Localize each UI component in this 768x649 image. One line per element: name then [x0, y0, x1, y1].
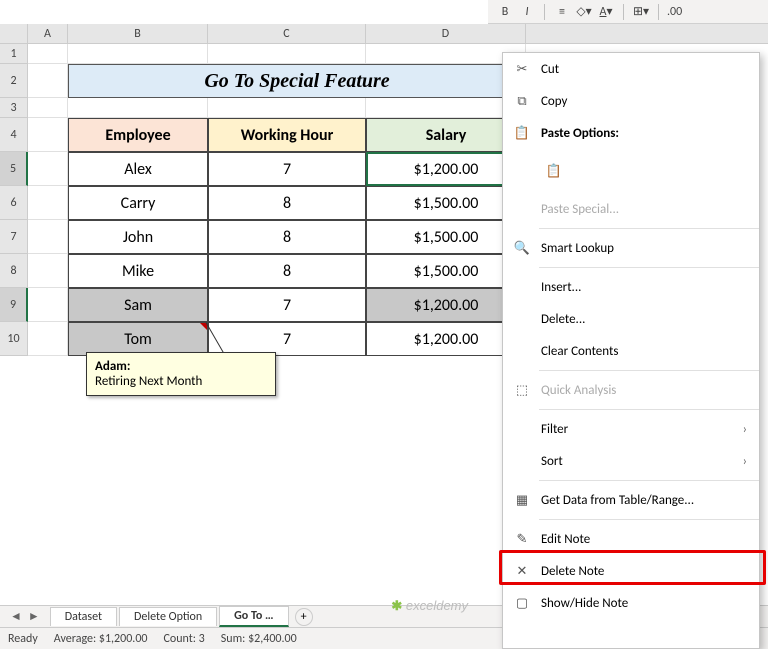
row-header-1[interactable]: 1 [0, 44, 28, 64]
cell-working-hour[interactable]: 8 [208, 186, 366, 220]
row-header-6[interactable]: 6 [0, 186, 28, 220]
note-text: Retiring Next Month [95, 374, 202, 389]
cell-working-hour[interactable]: 8 [208, 254, 366, 288]
bold-button[interactable]: B [496, 3, 514, 21]
row-header-8[interactable]: 8 [0, 254, 28, 288]
header-employee[interactable]: Employee [68, 118, 208, 152]
cell-employee[interactable]: Alex [68, 152, 208, 186]
col-header-a[interactable]: A [28, 24, 68, 43]
cell-working-hour[interactable]: 7 [208, 152, 366, 186]
tab-prev-icon: ◄ [10, 609, 22, 624]
align-button[interactable]: ≡ [553, 3, 571, 21]
col-header-c[interactable]: C [208, 24, 366, 43]
menu-paste-special[interactable]: Paste Special... [503, 193, 759, 225]
col-header-b[interactable]: B [68, 24, 208, 43]
menu-delete-note[interactable]: ✕ Delete Note [503, 555, 759, 587]
note-icon: ▢ [513, 594, 531, 612]
status-ready: Ready [8, 632, 38, 646]
font-color-button[interactable]: A▾ [597, 3, 615, 21]
scissors-icon: ✂ [513, 60, 531, 78]
sheet-tab-active[interactable]: Go To … [219, 606, 288, 627]
menu-edit-note[interactable]: ✎ Edit Note [503, 523, 759, 555]
menu-clear-contents[interactable]: Clear Contents [503, 335, 759, 367]
submenu-arrow-icon: › [743, 422, 747, 437]
menu-cut[interactable]: ✂ Cut [503, 53, 759, 85]
menu-sort[interactable]: Sort › [503, 445, 759, 477]
cell-employee[interactable]: Carry [68, 186, 208, 220]
borders-button[interactable]: ⊞▾ [632, 3, 650, 21]
context-menu: ✂ Cut ⧉ Copy 📋 Paste Options: 📋 Paste Sp… [502, 52, 760, 649]
cell-note: Adam: Retiring Next Month [86, 352, 276, 396]
status-average: Average: $1,200.00 [54, 632, 148, 646]
menu-insert[interactable]: Insert... [503, 271, 759, 303]
cell-working-hour[interactable]: 7 [208, 322, 366, 356]
menu-quick-analysis[interactable]: ⬚ Quick Analysis [503, 374, 759, 406]
header-working-hour[interactable]: Working Hour [208, 118, 366, 152]
tab-nav[interactable]: ◄► [0, 609, 50, 624]
menu-get-data[interactable]: ▦ Get Data from Table/Range... [503, 484, 759, 516]
fill-color-button[interactable]: ◇▾ [575, 3, 593, 21]
paste-button[interactable]: 📋 [541, 157, 567, 185]
row-header-9[interactable]: 9 [0, 288, 28, 322]
sheet-tab[interactable]: Delete Option [119, 607, 217, 626]
cell-working-hour[interactable]: 8 [208, 220, 366, 254]
submenu-arrow-icon: › [743, 454, 747, 469]
cell-employee[interactable]: Mike [68, 254, 208, 288]
cell-employee[interactable]: Tom [68, 322, 208, 356]
row-header-2[interactable]: 2 [0, 64, 28, 98]
clipboard-icon: 📋 [513, 124, 531, 142]
row-header-10[interactable]: 10 [0, 322, 28, 356]
paste-options-row: 📋 [503, 149, 759, 193]
italic-button[interactable]: I [518, 3, 536, 21]
col-header-d[interactable]: D [366, 24, 526, 43]
decimal-buttons[interactable]: .00 [667, 5, 682, 19]
cell-employee[interactable]: Sam [68, 288, 208, 322]
edit-note-icon: ✎ [513, 530, 531, 548]
menu-copy[interactable]: ⧉ Copy [503, 85, 759, 117]
menu-show-hide-note[interactable]: ▢ Show/Hide Note [503, 587, 759, 619]
select-all-corner[interactable] [0, 24, 28, 43]
menu-paste-options-label: 📋 Paste Options: [503, 117, 759, 149]
copy-icon: ⧉ [513, 92, 531, 110]
row-header-7[interactable]: 7 [0, 220, 28, 254]
watermark: ✱ exceldemy [391, 598, 468, 614]
row-header-5[interactable]: 5 [0, 152, 28, 186]
search-icon: 🔍 [513, 239, 531, 257]
row-header-3[interactable]: 3 [0, 98, 28, 118]
menu-delete[interactable]: Delete... [503, 303, 759, 335]
quick-analysis-icon: ⬚ [513, 381, 531, 399]
menu-smart-lookup[interactable]: 🔍 Smart Lookup [503, 232, 759, 264]
table-icon: ▦ [513, 491, 531, 509]
new-sheet-button[interactable]: + [295, 608, 313, 626]
row-header-4[interactable]: 4 [0, 118, 28, 152]
toolbar-fragment: B I ≡ ◇▾ A▾ ⊞▾ .00 [488, 0, 768, 24]
tab-next-icon: ► [28, 609, 40, 624]
title-cell[interactable]: Go To Special Feature [68, 64, 526, 98]
status-count: Count: 3 [164, 632, 205, 646]
menu-filter[interactable]: Filter › [503, 413, 759, 445]
column-headers: A B C D [0, 24, 768, 44]
sheet-tab[interactable]: Dataset [50, 607, 117, 626]
status-sum: Sum: $2,400.00 [221, 632, 297, 646]
cell-working-hour[interactable]: 7 [208, 288, 366, 322]
delete-note-icon: ✕ [513, 562, 531, 580]
note-author: Adam: [95, 359, 267, 374]
cell-employee[interactable]: John [68, 220, 208, 254]
